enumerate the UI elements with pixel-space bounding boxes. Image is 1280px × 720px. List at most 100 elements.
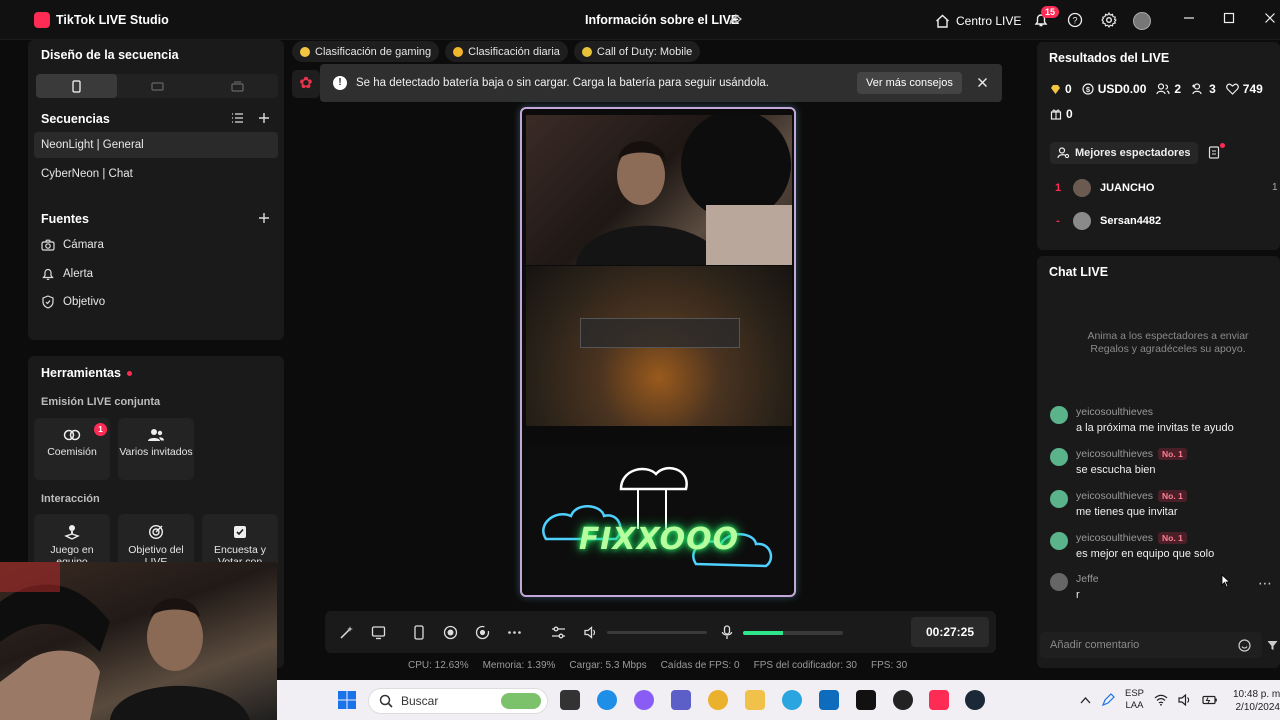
landscape-layout-button[interactable] [117, 74, 198, 98]
phone-portrait-icon [72, 79, 81, 93]
close-icon[interactable] [977, 77, 988, 88]
battery-icon[interactable] [1202, 694, 1218, 706]
tiktok-live-studio-icon[interactable] [929, 690, 949, 710]
obs-icon[interactable] [893, 690, 913, 710]
chrome-icon[interactable] [708, 690, 728, 710]
emoji-icon[interactable] [1238, 639, 1251, 652]
mouse-cursor-icon [1221, 574, 1231, 588]
daily-ranking-tag[interactable]: Clasificación diaria [445, 41, 568, 62]
gear-icon[interactable] [1101, 12, 1117, 28]
language-indicator[interactable]: ESP LAA [1125, 688, 1144, 712]
replay-icon[interactable] [475, 625, 490, 640]
pen-icon[interactable] [1101, 693, 1115, 707]
dollar-icon: $ [1082, 83, 1094, 95]
usd-value: USD0.00 [1097, 82, 1147, 96]
stream-preview[interactable]: FIXXOOO [520, 107, 796, 597]
volume-icon[interactable] [1178, 694, 1192, 706]
sequence-item[interactable]: CyberNeon | Chat [34, 161, 278, 187]
speaker-icon[interactable] [583, 625, 598, 640]
neon-logo-overlay: FIXXOOO [526, 444, 792, 594]
more-tips-button[interactable]: Ver más consejos [857, 72, 962, 94]
encoder-fps-stat: FPS del codificador: 30 [753, 660, 857, 671]
gift-icon [1050, 108, 1062, 120]
screen-capture-icon[interactable] [371, 625, 386, 640]
magic-wand-icon[interactable] [339, 625, 354, 640]
phone-portrait-icon[interactable] [413, 625, 425, 640]
avatar [1050, 573, 1068, 591]
copilot-icon[interactable] [634, 690, 654, 710]
maximize-icon[interactable] [1223, 12, 1235, 24]
game-scoreboard [580, 318, 740, 348]
outlook-icon[interactable] [819, 690, 839, 710]
report-icon[interactable] [1208, 146, 1220, 159]
wifi-icon[interactable] [1154, 694, 1168, 706]
mic-level-meter[interactable] [743, 631, 843, 635]
comment-input[interactable] [1040, 632, 1262, 658]
chevron-up-icon[interactable] [1080, 696, 1091, 704]
viewer-score: 1 [1272, 182, 1278, 193]
task-view-icon[interactable] [560, 690, 580, 710]
close-window-icon[interactable] [1264, 12, 1276, 24]
file-explorer-icon[interactable] [745, 690, 765, 710]
taskbar-clock[interactable]: 10:48 p. m. 2/10/2024 [1233, 688, 1280, 714]
chat-username: yeicosoulthieves No. 1 [1076, 532, 1187, 544]
joystick-icon [64, 524, 80, 540]
rose-gift-icon[interactable]: ✿ [292, 70, 320, 98]
top-viewers-button[interactable]: Mejores espectadores [1050, 142, 1198, 164]
search-placeholder: Buscar [401, 694, 439, 708]
record-icon[interactable] [443, 625, 458, 640]
microphone-icon[interactable] [720, 625, 734, 640]
tag-label: Clasificación de gaming [315, 45, 432, 58]
edge-browser-icon[interactable] [597, 690, 617, 710]
top-viewer-row[interactable]: 1 JUANCHO [1052, 178, 1154, 198]
teams-icon[interactable] [671, 690, 691, 710]
more-options-icon[interactable]: ⋯ [1258, 575, 1272, 592]
new-indicator-dot [1220, 143, 1225, 148]
taskbar-search[interactable]: Buscar [368, 688, 548, 714]
tiktok-icon[interactable] [856, 690, 876, 710]
help-icon[interactable]: ? [1067, 12, 1083, 28]
game-tag[interactable]: Call of Duty: Mobile [573, 41, 701, 62]
centro-live-button[interactable]: Centro LIVE [935, 12, 1021, 30]
steam-icon[interactable] [965, 690, 985, 710]
add-source-plus-icon[interactable] [258, 212, 270, 224]
add-sequence-plus-icon[interactable] [258, 112, 270, 124]
portrait-layout-button[interactable] [36, 74, 117, 98]
live-goal-button[interactable]: Objetivo del LIVE [118, 514, 194, 568]
tool-label: Varios invitados [119, 446, 193, 458]
multi-guest-button[interactable]: Varios invitados [118, 418, 194, 480]
source-camera[interactable]: Cámara [41, 236, 104, 254]
results-title: Resultados del LIVE [1049, 51, 1170, 65]
top-viewer-row[interactable]: - Sersan4482 [1052, 211, 1161, 231]
poll-button[interactable]: Encuesta y Votar con [202, 514, 278, 568]
dual-layout-button[interactable] [197, 74, 278, 98]
more-options-icon[interactable] [507, 625, 522, 640]
list-icon[interactable] [231, 112, 244, 124]
gaming-ranking-tag[interactable]: Clasificación de gaming [292, 41, 440, 62]
dual-screen-icon [231, 80, 244, 92]
webcam-preview-image [0, 562, 277, 720]
filter-icon[interactable] [1267, 640, 1278, 651]
share-icon[interactable] [729, 13, 742, 26]
team-game-button[interactable]: Juego en equipo [34, 514, 110, 568]
avatar [1050, 406, 1068, 424]
user-avatar[interactable] [1133, 12, 1151, 30]
source-alert[interactable]: Alerta [41, 265, 93, 283]
tool-label: Coemisión [47, 446, 97, 458]
windows-start-icon[interactable] [337, 690, 357, 710]
sequences-title: Secuencias [41, 112, 110, 126]
gifts-stat: 0 [1050, 107, 1073, 121]
heart-icon [1225, 83, 1239, 95]
telegram-icon[interactable] [782, 690, 802, 710]
source-goal[interactable]: Objetivo [41, 293, 105, 311]
clock-time: 10:48 p. m. [1233, 689, 1280, 700]
notification-badge: 15 [1041, 6, 1060, 18]
volume-slider[interactable] [607, 631, 707, 634]
minimize-icon[interactable] [1183, 12, 1195, 24]
fps-drops-stat: Caídas de FPS: 0 [660, 660, 740, 671]
chat-username: yeicosoulthieves No. 1 [1076, 490, 1187, 502]
audio-settings-icon[interactable] [551, 625, 566, 640]
sequence-item[interactable]: NeonLight | General [34, 132, 278, 158]
fps-stat: FPS: 30 [871, 660, 908, 671]
gifts-value: 0 [1066, 107, 1073, 121]
